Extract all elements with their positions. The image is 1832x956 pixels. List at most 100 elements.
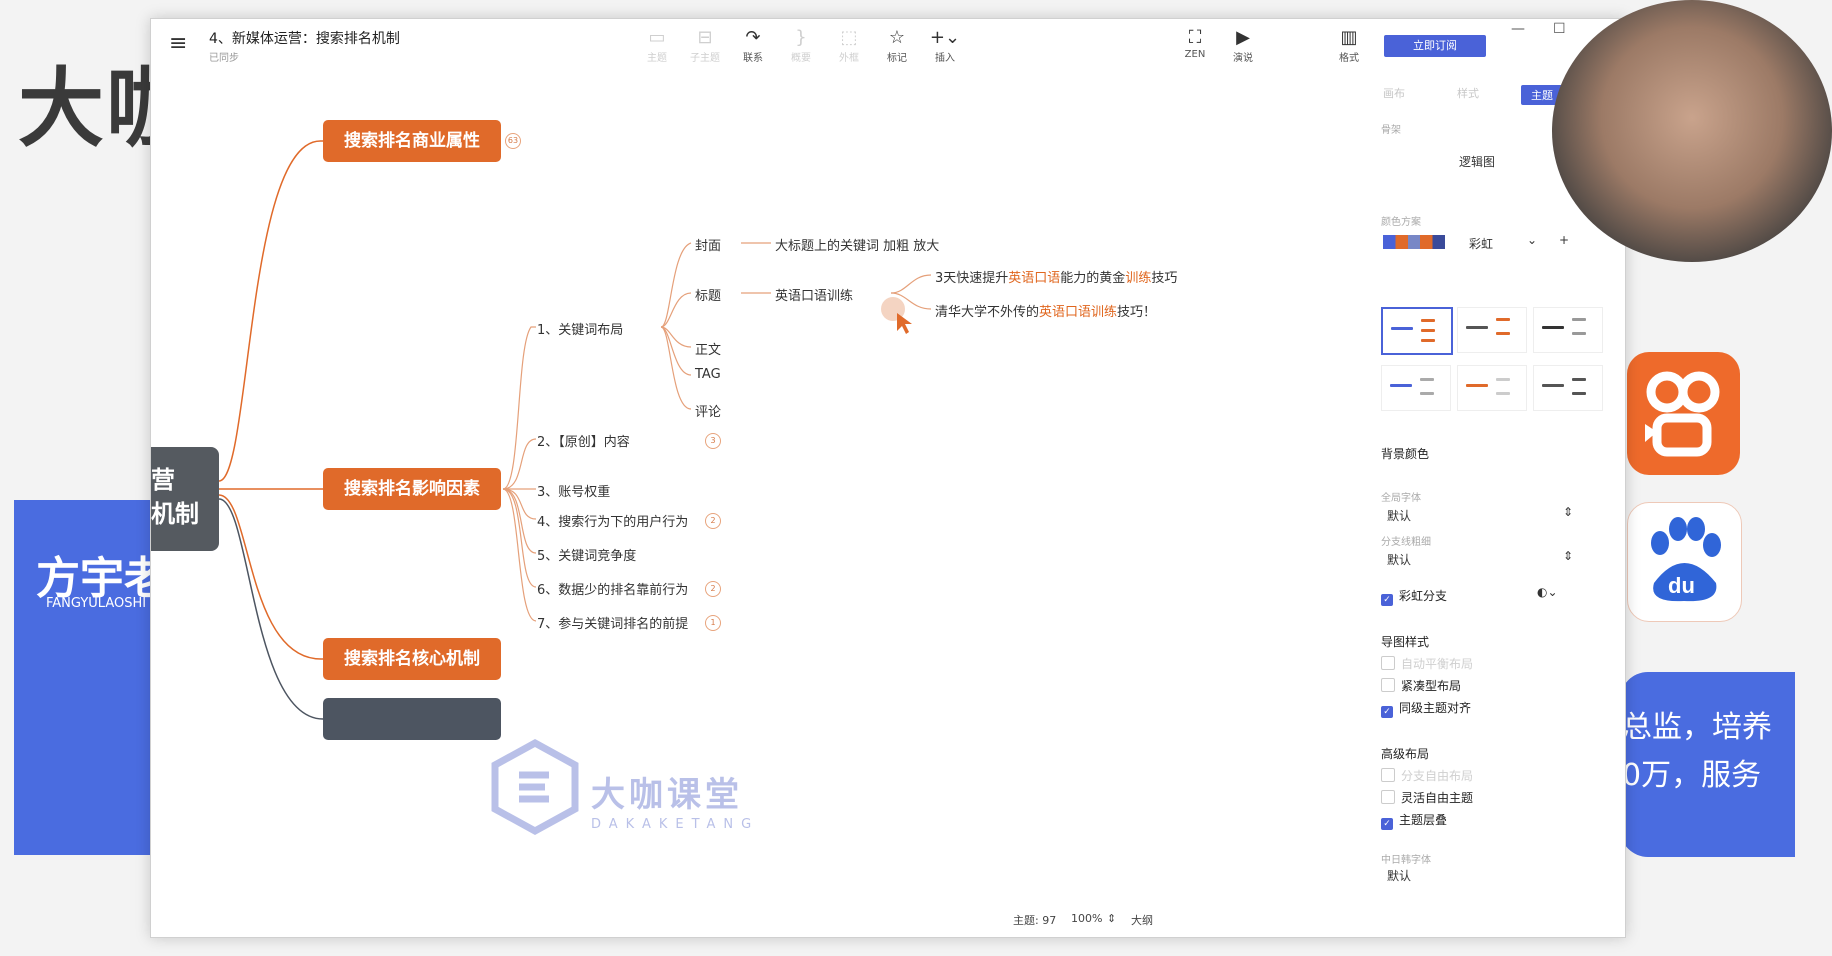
subtopic[interactable]: 封面 <box>695 235 721 254</box>
checkbox-icon[interactable] <box>1381 656 1395 670</box>
watermark-logo-icon <box>491 739 579 835</box>
toolbar-subtopic-button[interactable]: ⊟ 子主题 <box>683 27 727 64</box>
cjk-font-select[interactable]: 默认 <box>1387 867 1411 884</box>
chevron-down-icon[interactable]: ⌄ <box>1527 233 1537 247</box>
color-scheme-swatch[interactable] <box>1383 235 1445 249</box>
structure-label: 骨架 <box>1381 125 1401 136</box>
theme-thumbnail[interactable] <box>1457 307 1527 353</box>
structure-select[interactable]: 逻辑图 <box>1459 153 1495 170</box>
subtopic[interactable]: 评论 <box>695 401 721 420</box>
document-title[interactable]: 4、新媒体运营：搜索排名机制 <box>209 28 400 48</box>
main-topic[interactable] <box>323 698 501 740</box>
subtopic[interactable]: 大标题上的关键词 加粗 放大 <box>775 235 939 254</box>
toolbar-summary-button[interactable]: } 概要 <box>779 27 823 64</box>
theme-thumbnail[interactable] <box>1533 307 1603 353</box>
maximize-icon[interactable]: ☐ <box>1553 21 1566 37</box>
background-color-label[interactable]: 背景颜色 <box>1381 445 1429 462</box>
theme-thumbnail[interactable] <box>1457 365 1527 411</box>
teacher-name-pinyin: FANGYULAOSHI <box>46 596 147 611</box>
color-scheme-label: 颜色方案 <box>1381 217 1421 228</box>
select-arrows-icon[interactable]: ⇕ <box>1563 505 1573 519</box>
compact-layout-checkbox[interactable]: 紧凑型布局 <box>1381 677 1461 694</box>
auto-balance-checkbox[interactable]: 自动平衡布局 <box>1381 655 1473 672</box>
intro-card: 总监，培养 0万，服务 <box>1620 672 1795 857</box>
subtopic[interactable]: 3、账号权重 <box>537 481 610 500</box>
subtopic[interactable]: 7、参与关键词排名的前提 <box>537 613 688 632</box>
advanced-layout-title: 高级布局 <box>1381 747 1430 761</box>
toolbar-boundary-button[interactable]: ⬚ 外框 <box>827 27 871 64</box>
menu-icon[interactable]: ≡ <box>169 31 187 56</box>
toolbar-insert-button[interactable]: +⌄ 插入 <box>923 27 967 64</box>
outline-button[interactable]: 大纲 <box>1131 912 1153 928</box>
toolbar-topic-button[interactable]: ▭ 主题 <box>635 27 679 64</box>
format-panel-button[interactable]: ▥ 格式 <box>1327 27 1371 64</box>
branch-width-label: 分支线粗细 <box>1381 537 1431 548</box>
align-siblings-checkbox[interactable]: ✓ 同级主题对齐 <box>1381 699 1471 718</box>
root-topic[interactable]: 营 机制 <box>151 447 219 551</box>
example-title[interactable]: 3天快速提升英语口语能力的黄金训练技巧 <box>935 267 1177 286</box>
star-icon: ☆ <box>888 27 906 48</box>
count-badge[interactable]: 3 <box>705 433 721 449</box>
subtopic[interactable]: 标题 <box>695 285 721 304</box>
zen-mode-button[interactable]: ⛶ ZEN <box>1173 27 1217 60</box>
toolbar-marker-button[interactable]: ☆ 标记 <box>875 27 919 64</box>
subtopic[interactable]: 5、关键词竞争度 <box>537 545 636 564</box>
subtopic[interactable]: TAG <box>695 367 721 382</box>
zoom-stepper-icon[interactable]: ⇕ <box>1107 912 1116 925</box>
mindmap-app-window: ≡ 4、新媒体运营：搜索排名机制 已同步 ▭ 主题 ⊟ 子主题 ↷ 联系 } 概… <box>150 18 1626 938</box>
subtopic[interactable]: 6、数据少的排名靠前行为 <box>537 579 688 598</box>
main-topic[interactable]: 搜索排名影响因素 <box>323 468 501 510</box>
svg-text:du: du <box>1668 573 1695 598</box>
main-topic[interactable]: 搜索排名商业属性 <box>323 120 501 162</box>
theme-thumbnail[interactable] <box>1381 365 1451 411</box>
checkbox-icon[interactable] <box>1381 678 1395 692</box>
checkbox-icon[interactable] <box>1381 768 1395 782</box>
checkbox-icon[interactable]: ✓ <box>1381 818 1393 830</box>
add-scheme-icon[interactable]: + <box>1559 233 1569 247</box>
fullscreen-icon: ⛶ <box>1188 27 1202 48</box>
theme-thumbnail[interactable] <box>1533 365 1603 411</box>
tab-canvas[interactable]: 画布 <box>1383 85 1405 101</box>
topic-count: 主题: 97 <box>1013 914 1057 927</box>
summary-icon: } <box>795 27 807 48</box>
rainbow-branch-checkbox[interactable]: ✓ 彩虹分支 <box>1381 587 1447 606</box>
zoom-level[interactable]: 100% <box>1071 912 1102 925</box>
kuaishou-logo-icon <box>1627 352 1740 475</box>
subtopic[interactable]: 4、搜索行为下的用户行为 <box>537 511 688 530</box>
map-style-title: 导图样式 <box>1381 635 1430 649</box>
free-branch-checkbox[interactable]: 分支自由布局 <box>1381 767 1473 784</box>
checkbox-icon[interactable]: ✓ <box>1381 594 1393 606</box>
global-font-select[interactable]: 默认 <box>1387 507 1411 524</box>
intro-line: 0万，服务 <box>1622 758 1762 793</box>
main-topic[interactable]: 搜索排名核心机制 <box>323 638 501 680</box>
topic-overlap-checkbox[interactable]: ✓ 主题层叠 <box>1381 811 1447 830</box>
example-title[interactable]: 清华大学不外传的英语口语训练技巧！ <box>935 301 1156 320</box>
theme-thumbnail[interactable] <box>1381 307 1453 355</box>
count-badge[interactable]: 63 <box>505 133 521 149</box>
topic-icon: ▭ <box>648 27 666 48</box>
baidu-logo-icon: du <box>1627 502 1742 622</box>
color-ring-icon[interactable]: ◐⌄ <box>1537 585 1558 599</box>
intro-line: 总监，培养 <box>1622 710 1772 745</box>
count-badge[interactable]: 1 <box>705 615 721 631</box>
minimize-icon[interactable]: — <box>1511 21 1525 37</box>
checkbox-icon[interactable]: ✓ <box>1381 706 1393 718</box>
floating-topic-checkbox[interactable]: 灵活自由主题 <box>1381 789 1473 806</box>
subtopic[interactable]: 1、关键词布局 <box>537 319 623 338</box>
count-badge[interactable]: 2 <box>705 581 721 597</box>
subscribe-button[interactable]: 立即订阅 <box>1384 35 1486 57</box>
toolbar-relationship-button[interactable]: ↷ 联系 <box>731 27 775 64</box>
select-arrows-icon[interactable]: ⇕ <box>1563 549 1573 563</box>
branch-width-select[interactable]: 默认 <box>1387 551 1411 568</box>
count-badge[interactable]: 2 <box>705 513 721 529</box>
pitch-mode-button[interactable]: ▶ 演说 <box>1221 27 1265 64</box>
checkbox-icon[interactable] <box>1381 790 1395 804</box>
tab-style[interactable]: 样式 <box>1457 85 1479 101</box>
subtopic[interactable]: 英语口语训练 <box>775 285 853 304</box>
color-scheme-value[interactable]: 彩虹 <box>1469 235 1493 252</box>
subtopic[interactable]: 正文 <box>695 339 721 358</box>
watermark-subtext: DAKAKETANG <box>591 817 760 832</box>
mindmap-canvas[interactable]: 营 机制 搜索排名商业属性 63 搜索排名影响因素 搜索排名核心机制 1、关键词… <box>151 79 1343 937</box>
subtopic[interactable]: 2、【原创】内容 <box>537 431 630 450</box>
relationship-icon: ↷ <box>745 27 761 48</box>
